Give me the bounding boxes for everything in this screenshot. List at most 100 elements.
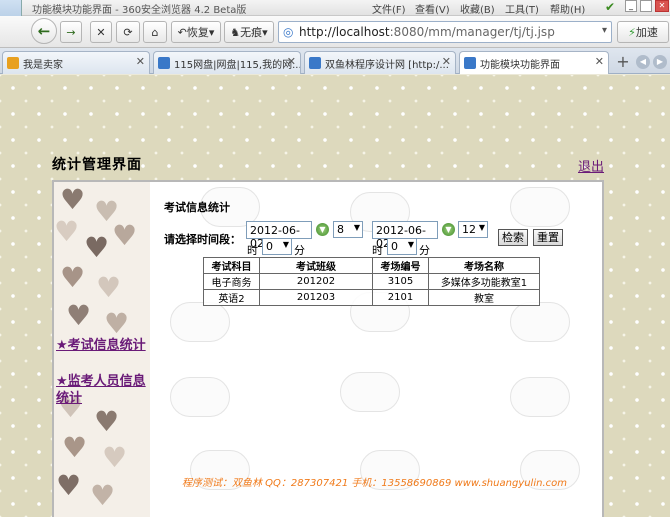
heart-icon: ♥ <box>84 231 110 264</box>
sidebar-link-exam-stats[interactable]: ★考试信息统计 <box>56 337 148 354</box>
table-cell: 英语2 <box>203 289 260 306</box>
heart-icon: ♥ <box>60 261 86 294</box>
tab-115-disk[interactable]: 115网盘|网盘|115,我的网... ✕ <box>153 51 301 74</box>
heart-icon: ♥ <box>90 479 116 512</box>
end-minute-select[interactable]: 0 ▼ <box>387 238 417 255</box>
accelerate-button[interactable]: ⚡ 加速 <box>617 21 669 43</box>
table-cell: 201203 <box>259 289 373 306</box>
address-text[interactable]: http://localhost:8080/mm/manager/tj/tj.j… <box>299 25 555 39</box>
page-title: 统计管理界面 <box>52 157 142 173</box>
column-header: 考试科目 <box>203 257 260 274</box>
heart-icon: ♥ <box>56 469 82 502</box>
tab-shuangyulin[interactable]: 双鱼林程序设计网 [http:/... ✕ <box>304 51 456 74</box>
tab-label: 我是卖家 <box>23 60 63 71</box>
search-button[interactable]: 检索 <box>498 229 528 246</box>
results-table: 考试科目 考试班级 考场编号 考场名称 电子商务 201202 3105 多媒体… <box>203 257 540 306</box>
table-header-row: 考试科目 考试班级 考场编号 考场名称 <box>203 257 540 274</box>
tab-favicon-icon <box>7 57 19 69</box>
table-cell: 教室 <box>428 289 540 306</box>
lightning-icon: ⚡ <box>628 25 636 39</box>
scroll-right-icon[interactable]: ▶ <box>653 55 667 69</box>
address-path: :8080/mm/manager/tj/tj.jsp <box>389 25 555 39</box>
tab-favicon-icon <box>309 57 321 69</box>
table-row: 电子商务 201202 3105 多媒体多功能教室1 <box>203 273 540 290</box>
end-date-input[interactable]: 2012-06-02 <box>372 221 438 250</box>
heart-icon: ♥ <box>62 431 88 464</box>
tab-seller[interactable]: 我是卖家 ✕ <box>2 51 150 74</box>
start-hour-label: 时 <box>247 244 258 257</box>
no-trace-icon: ♞ <box>230 25 241 39</box>
heart-icon: ♥ <box>112 219 138 252</box>
forward-button[interactable]: → <box>60 21 82 43</box>
tab-close-icon[interactable]: ✕ <box>595 55 604 68</box>
start-minute-label: 分 <box>294 244 305 257</box>
tab-close-icon[interactable]: ✕ <box>287 55 296 68</box>
home-icon[interactable]: ⌂ <box>143 21 167 43</box>
heart-icon: ♥ <box>54 215 80 248</box>
start-minute-select[interactable]: 0 ▼ <box>262 238 292 255</box>
table-cell: 3105 <box>372 273 429 290</box>
menu-tools[interactable]: 工具(T) <box>505 1 539 16</box>
end-hour-value: 12 <box>462 223 476 236</box>
table-cell: 201202 <box>259 273 373 290</box>
reset-button[interactable]: 重置 <box>533 229 563 246</box>
calendar-icon[interactable]: ▼ <box>316 223 329 236</box>
menu-view[interactable]: 查看(V) <box>415 1 450 16</box>
stop-icon[interactable]: ✕ <box>90 21 112 43</box>
window-title: 功能模块功能界面 - 360安全浏览器 4.2 Beta版 <box>32 5 247 16</box>
heart-icon: ♥ <box>96 271 122 304</box>
tab-label: 115网盘|网盘|115,我的网... <box>174 60 301 71</box>
start-hour-value: 8 <box>337 223 344 236</box>
refresh-icon[interactable]: ⟳ <box>116 21 140 43</box>
sheep-decoration <box>170 302 230 342</box>
menu-file[interactable]: 文件(F) <box>372 1 406 16</box>
check-icon[interactable]: ✔ <box>605 0 615 14</box>
section-title: 考试信息统计 <box>164 201 230 214</box>
start-hour-select[interactable]: 8 ▼ <box>333 221 363 238</box>
start-date-input[interactable]: 2012-06-02 <box>246 221 312 250</box>
restore-label: 恢复 <box>186 26 209 39</box>
restore-button[interactable]: ↶ 恢复 ▾ <box>171 21 221 43</box>
scroll-left-icon[interactable]: ◀ <box>636 55 650 69</box>
end-minute-label: 分 <box>419 244 430 257</box>
tab-favicon-icon <box>464 57 476 69</box>
sidebar-link-invigilator-stats[interactable]: ★监考人员信息统计 <box>56 373 148 407</box>
heart-icon: ♥ <box>94 405 120 438</box>
dropdown-arrow-icon: ▼ <box>407 240 414 249</box>
end-minute-value: 0 <box>391 240 398 253</box>
no-trace-button[interactable]: ♞ 无痕 ▾ <box>224 21 274 43</box>
back-button[interactable]: ← <box>31 18 57 44</box>
column-header: 考场名称 <box>428 257 540 274</box>
heart-icon: ♥ <box>66 299 92 332</box>
tab-current[interactable]: 功能模块功能界面 ✕ <box>459 51 609 74</box>
dropdown-arrow-icon: ▼ <box>282 240 289 249</box>
address-bar[interactable]: ◎ http://localhost:8080/mm/manager/tj/tj… <box>278 21 612 43</box>
tab-favicon-icon <box>158 57 170 69</box>
table-cell: 2101 <box>372 289 429 306</box>
minimize-icon[interactable]: _ <box>625 0 637 12</box>
end-hour-select[interactable]: 12 ▼ <box>458 221 488 238</box>
menu-favorites[interactable]: 收藏(B) <box>460 1 495 16</box>
footer-credits: 程序测试：双鱼林 QQ：287307421 手机：13558690869 www… <box>182 478 567 489</box>
calendar-icon[interactable]: ▼ <box>442 223 455 236</box>
dropdown-arrow-icon: ▼ <box>478 223 485 232</box>
accelerate-label: 加速 <box>635 26 658 39</box>
tab-close-icon[interactable]: ✕ <box>136 55 145 68</box>
address-dropdown-icon[interactable]: ▾ <box>602 25 607 36</box>
maximize-icon[interactable] <box>640 0 652 12</box>
logout-link[interactable]: 退出 <box>578 156 604 175</box>
menu-help[interactable]: 帮助(H) <box>550 1 585 16</box>
heart-icon: ♥ <box>102 441 128 474</box>
time-range-label: 请选择时间段： <box>164 233 241 246</box>
end-hour-label: 时 <box>372 244 383 257</box>
column-header: 考场编号 <box>372 257 429 274</box>
no-trace-label: 无痕 <box>240 26 263 39</box>
table-cell: 多媒体多功能教室1 <box>428 273 540 290</box>
tab-close-icon[interactable]: ✕ <box>442 55 451 68</box>
restore-icon: ↶ <box>177 25 187 39</box>
sheep-decoration <box>510 187 570 227</box>
close-icon[interactable]: ✕ <box>655 0 669 12</box>
tab-label: 功能模块功能界面 <box>480 60 560 71</box>
new-tab-icon[interactable]: + <box>613 52 633 72</box>
sheep-decoration <box>170 377 230 417</box>
